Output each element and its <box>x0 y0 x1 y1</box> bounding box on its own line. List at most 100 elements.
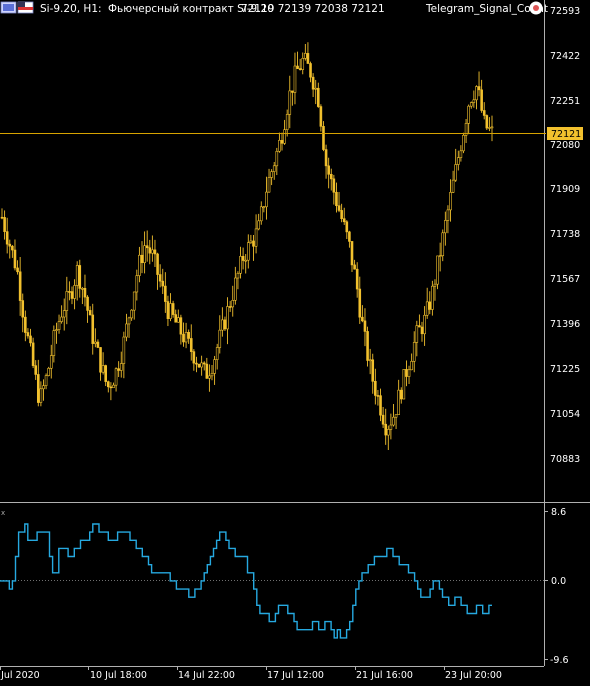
candle-body[interactable] <box>135 275 139 293</box>
candle-body[interactable] <box>49 355 53 369</box>
candle-body[interactable] <box>192 351 196 364</box>
candle-body[interactable] <box>252 240 255 247</box>
candle-body[interactable] <box>179 317 183 335</box>
candle-body[interactable] <box>187 332 190 339</box>
candle-body[interactable] <box>298 68 302 70</box>
candle-body[interactable] <box>78 265 82 289</box>
candle-body[interactable] <box>425 301 429 316</box>
candle-body[interactable] <box>81 288 84 290</box>
candle-body[interactable] <box>34 365 38 375</box>
candle-body[interactable] <box>267 177 271 193</box>
candle-body[interactable] <box>70 291 74 299</box>
candle-body[interactable] <box>358 288 362 318</box>
candle-body[interactable] <box>288 90 292 115</box>
candle-body[interactable] <box>488 127 491 129</box>
candle-body[interactable] <box>176 317 180 323</box>
candle-body[interactable] <box>257 220 260 230</box>
candle-body[interactable] <box>125 323 128 338</box>
candle-body[interactable] <box>174 314 178 323</box>
candle-body[interactable] <box>410 361 413 371</box>
candle-body[interactable] <box>127 317 131 325</box>
candle-body[interactable] <box>239 256 242 274</box>
candle-body[interactable] <box>60 316 63 322</box>
candle-body[interactable] <box>244 259 248 262</box>
candle-body[interactable] <box>62 310 66 318</box>
candle-body[interactable] <box>215 347 219 360</box>
candle-body[interactable] <box>26 332 30 337</box>
candle-body[interactable] <box>171 303 175 315</box>
candle-body[interactable] <box>456 157 460 165</box>
candle-body[interactable] <box>208 375 211 379</box>
candle-body[interactable] <box>374 380 377 396</box>
candle-body[interactable] <box>145 245 149 249</box>
candle-body[interactable] <box>223 319 227 330</box>
candle-body[interactable] <box>119 363 123 371</box>
candle-body[interactable] <box>122 336 126 364</box>
candle-body[interactable] <box>236 272 240 279</box>
candle-body[interactable] <box>161 280 165 287</box>
candle-body[interactable] <box>218 329 222 348</box>
candle-body[interactable] <box>451 179 455 193</box>
candle-body[interactable] <box>210 373 214 377</box>
candle-body[interactable] <box>285 114 289 131</box>
candle-body[interactable] <box>420 326 424 335</box>
candle-body[interactable] <box>363 320 367 332</box>
candle-body[interactable] <box>332 178 336 193</box>
candle-body[interactable] <box>436 255 439 285</box>
candle-body[interactable] <box>156 253 159 275</box>
candle-body[interactable] <box>423 314 426 335</box>
candle-body[interactable] <box>221 319 224 331</box>
candle-body[interactable] <box>83 288 87 298</box>
candle-body[interactable] <box>327 165 330 175</box>
candle-body[interactable] <box>182 333 185 343</box>
candle-body[interactable] <box>386 429 390 436</box>
candle-body[interactable] <box>16 267 19 273</box>
candle-body[interactable] <box>441 232 445 257</box>
candle-body[interactable] <box>164 285 167 302</box>
candle-body[interactable] <box>412 342 416 362</box>
candle-body[interactable] <box>348 231 351 242</box>
candle-body[interactable] <box>202 362 206 365</box>
candle-body[interactable] <box>438 255 442 258</box>
candle-body[interactable] <box>158 274 162 282</box>
candle-body[interactable] <box>275 151 279 167</box>
candle-body[interactable] <box>234 277 237 301</box>
candle-body[interactable] <box>42 385 45 390</box>
candle-body[interactable] <box>109 386 113 389</box>
candle-body[interactable] <box>169 303 172 319</box>
candle-body[interactable] <box>389 424 393 430</box>
candle-body[interactable] <box>283 129 286 144</box>
candle-body[interactable] <box>259 206 263 222</box>
candle-body[interactable] <box>472 99 476 103</box>
candle-body[interactable] <box>454 164 458 181</box>
candle-body[interactable] <box>0 216 4 219</box>
candle-body[interactable] <box>296 65 299 69</box>
candle-body[interactable] <box>205 363 209 379</box>
candle-body[interactable] <box>73 285 76 299</box>
candle-body[interactable] <box>449 192 452 211</box>
candle-body[interactable] <box>379 395 382 416</box>
candle-body[interactable] <box>55 329 58 331</box>
candle-body[interactable] <box>462 135 465 152</box>
candle-body[interactable] <box>195 362 198 365</box>
candle-body[interactable] <box>280 140 284 144</box>
candle-body[interactable] <box>140 254 144 264</box>
candle-body[interactable] <box>94 341 97 344</box>
candle-body[interactable] <box>335 191 338 206</box>
candle-body[interactable] <box>270 171 273 178</box>
candle-body[interactable] <box>5 231 9 245</box>
candle-body[interactable] <box>324 149 328 167</box>
candle-body[interactable] <box>301 58 305 70</box>
candle-body[interactable] <box>309 63 312 78</box>
candle-body[interactable] <box>278 140 281 152</box>
candle-body[interactable] <box>106 381 110 388</box>
candle-body[interactable] <box>415 325 419 343</box>
candle-body[interactable] <box>444 220 447 234</box>
candle-body[interactable] <box>311 76 315 90</box>
candle-body[interactable] <box>189 338 193 352</box>
candle-body[interactable] <box>249 240 253 243</box>
candle-body[interactable] <box>151 249 154 254</box>
candle-body[interactable] <box>99 347 102 373</box>
candle-body[interactable] <box>114 368 118 386</box>
candle-body[interactable] <box>75 265 79 286</box>
